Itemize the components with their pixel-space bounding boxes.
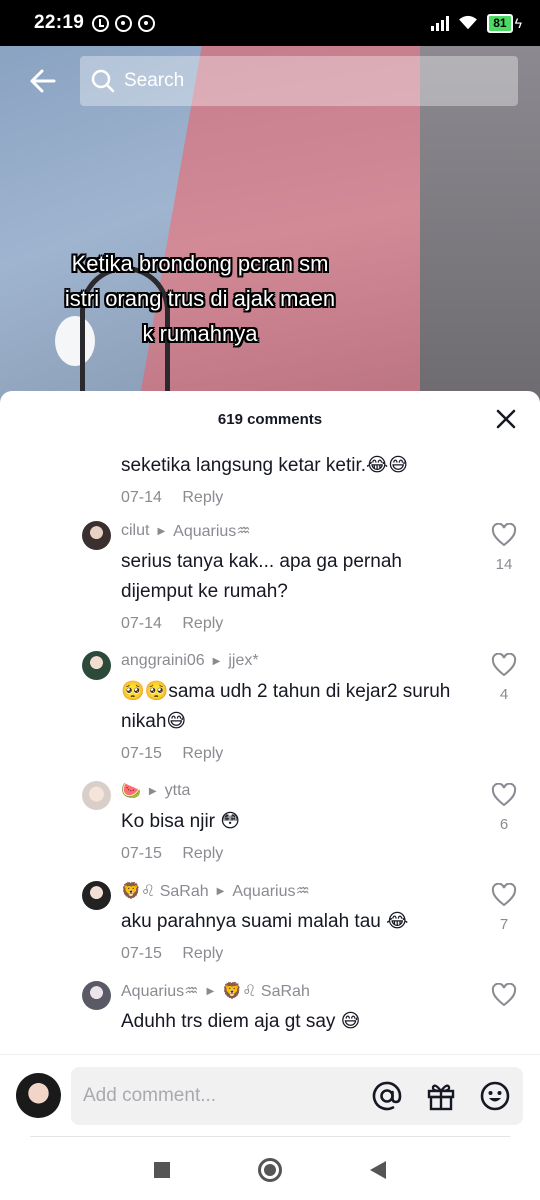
like-button[interactable]: 6 [490,782,518,833]
comment-date: 07-14 [121,615,162,632]
battery-icon: 81 ϟ [487,13,522,33]
avatar[interactable] [82,521,111,550]
battery-level: 81 [487,13,513,33]
search-placeholder: Search [124,70,185,91]
reply-arrow-icon: ▶ [206,985,215,997]
divider [30,1136,510,1137]
comment-meta: 07-14 Reply [121,489,461,507]
back-button[interactable] [18,56,68,106]
comment-username[interactable]: anggraini06 ▶ jjex* [121,651,461,671]
heart-icon [491,652,517,677]
comments-header: 619 comments [0,391,540,447]
at-icon [372,1081,402,1111]
comment-date: 07-15 [121,845,162,862]
caption-line: istri orang trus di ajak maen [64,286,336,311]
comment-username[interactable]: 🍉 ▶ ytta [121,781,461,801]
video-caption: Ketika brondong pcran sm istri orang tru… [0,246,400,351]
comment-meta: 07-15 Reply [121,745,461,763]
reply-arrow-icon: ▶ [148,785,157,797]
back-nav-button[interactable] [370,1161,386,1179]
heart-icon [491,522,517,547]
my-avatar [16,1073,61,1118]
alarm-icon [92,14,110,32]
avatar[interactable] [82,781,111,810]
like-button[interactable]: 14 [490,522,518,573]
like-count: 14 [495,556,513,573]
comment-input-bar: Add comment... [0,1054,540,1136]
like-button[interactable] [490,982,518,1012]
reply-arrow-icon: ▶ [212,655,221,667]
comment-date: 07-15 [121,745,162,762]
reply-button[interactable]: Reply [182,745,223,762]
comment-count: 619 comments [217,410,323,428]
wifi-icon [459,15,478,30]
comment-text: Aduhh trs diem aja gt say 😅 [121,1011,361,1032]
charging-icon: ϟ [514,15,522,31]
gift-icon [427,1084,455,1111]
status-notification-icons [92,14,156,32]
back-arrow-icon [30,69,56,93]
reply-button[interactable]: Reply [182,489,223,506]
comment-meta: 07-15 Reply [121,845,461,863]
comment-meta: 07-14 Reply [121,615,461,633]
comment-username[interactable]: Aquarius♒ ▶ 🦁♌ SaRah [121,981,461,1001]
like-button[interactable]: 4 [490,652,518,703]
like-count: 6 [499,816,509,833]
top-nav: Search [0,56,540,106]
comment-text: serius tanya kak... apa ga pernah dijemp… [121,551,402,602]
app-notification-icon [138,14,156,32]
comment-text: aku parahnya suami malah tau 😂 [121,911,409,932]
status-bar: 22:19 81 ϟ [0,0,540,46]
app-notification-icon [115,14,133,32]
like-count: 4 [499,686,509,703]
comment-username[interactable]: cilut ▶ Aquarius♒ [121,521,461,541]
heart-icon [491,882,517,907]
like-count: 7 [499,916,509,933]
avatar[interactable] [82,651,111,680]
search-icon [91,69,115,93]
close-icon[interactable] [492,405,520,433]
caption-line: k rumahnya [142,321,258,346]
comment-text: 🥺🥺sama udh 2 tahun di kejar2 suruh nikah… [121,681,451,732]
comment-text: Ko bisa njir 😳 [121,811,241,832]
search-bar[interactable]: Search [80,56,518,106]
comment-text: seketika langsung ketar ketir.😂😅 [121,455,409,476]
status-time: 22:19 [34,12,85,33]
comment-meta: 07-15 Reply [121,945,461,963]
comment-list[interactable]: seketika langsung ketar ketir.😂😅 07-14 R… [0,447,540,1054]
mention-button[interactable] [371,1080,403,1112]
avatar[interactable] [82,881,111,910]
comment-date: 07-15 [121,945,162,962]
emoji-icon [480,1081,510,1111]
comment-input-placeholder: Add comment... [83,1085,217,1106]
reply-button[interactable]: Reply [182,845,223,862]
signal-icon [431,15,450,31]
reply-arrow-icon: ▶ [216,885,225,897]
gift-button[interactable] [425,1080,457,1112]
system-nav-bar [0,1140,540,1200]
comment-username[interactable]: 🦁♌ SaRah ▶ Aquarius♒ [121,881,461,901]
comment-date: 07-14 [121,489,162,506]
reply-arrow-icon: ▶ [157,525,166,537]
comment-input[interactable]: Add comment... [71,1067,523,1125]
status-right: 81 ϟ [431,13,522,33]
like-button[interactable]: 7 [490,882,518,933]
heart-icon [491,782,517,807]
input-actions [371,1080,523,1112]
recents-button[interactable] [154,1162,170,1178]
emoji-button[interactable] [479,1080,511,1112]
home-button[interactable] [258,1158,282,1182]
reply-button[interactable]: Reply [182,615,223,632]
heart-icon [491,982,517,1007]
avatar[interactable] [82,981,111,1010]
reply-button[interactable]: Reply [182,945,223,962]
caption-line: Ketika brondong pcran sm [71,251,329,276]
